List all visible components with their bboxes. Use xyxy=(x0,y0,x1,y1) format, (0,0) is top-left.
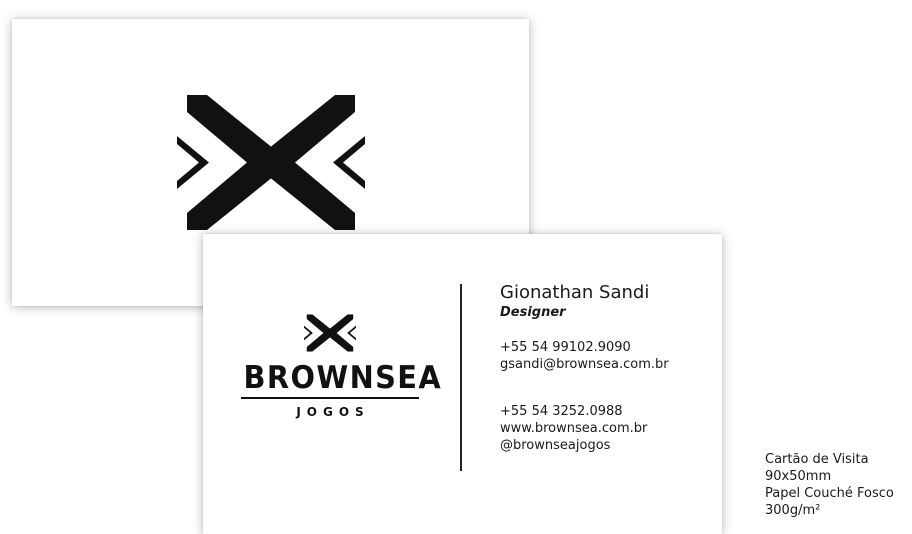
social-handle: @brownseajogos xyxy=(500,438,611,453)
mobile-phone: +55 54 99102.9090 xyxy=(500,340,631,355)
brownsea-mark-icon xyxy=(177,95,365,230)
brand-subtitle: JOGOS xyxy=(296,405,370,419)
brand-underline xyxy=(241,397,419,399)
spec-size: 90x50mm xyxy=(765,469,832,484)
brownsea-mark-icon xyxy=(304,314,356,352)
brand-name: BROWNSEA xyxy=(243,360,443,396)
business-card-front: BROWNSEA JOGOS Gionathan Sandi Designer … xyxy=(203,234,722,534)
person-role: Designer xyxy=(500,305,566,320)
website: www.brownsea.com.br xyxy=(500,421,648,436)
spec-weight: 300g/m² xyxy=(765,503,821,518)
print-spec: Cartão de Visita 90x50mm Papel Couché Fo… xyxy=(765,451,894,519)
spec-title: Cartão de Visita xyxy=(765,452,869,467)
contact-info: Gionathan Sandi Designer +55 54 99102.90… xyxy=(500,282,669,454)
email-address: gsandi@brownsea.com.br xyxy=(500,357,669,372)
person-name: Gionathan Sandi xyxy=(500,282,650,303)
card-divider xyxy=(460,284,462,471)
office-phone: +55 54 3252.0988 xyxy=(500,404,623,419)
spec-paper: Papel Couché Fosco xyxy=(765,486,894,501)
brand-logo: BROWNSEA JOGOS xyxy=(237,314,443,419)
